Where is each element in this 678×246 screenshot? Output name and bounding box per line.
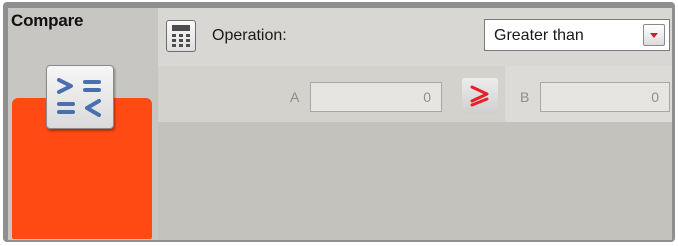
chevron-down-icon[interactable] <box>643 24 665 46</box>
operation-dropdown[interactable]: Greater than <box>484 19 670 51</box>
input-a-label: A <box>290 89 300 105</box>
operation-selected-value: Greater than <box>494 27 584 44</box>
input-b-label: B <box>520 89 530 105</box>
compare-symbols-icon <box>46 65 114 129</box>
operation-label: Operation: <box>212 27 287 44</box>
block-title: Compare <box>11 11 84 30</box>
input-b-field[interactable]: 0 <box>540 82 670 112</box>
calculator-icon[interactable] <box>166 20 196 52</box>
input-a-field[interactable]: 0 <box>310 82 442 112</box>
greater-than-icon[interactable] <box>462 78 498 114</box>
